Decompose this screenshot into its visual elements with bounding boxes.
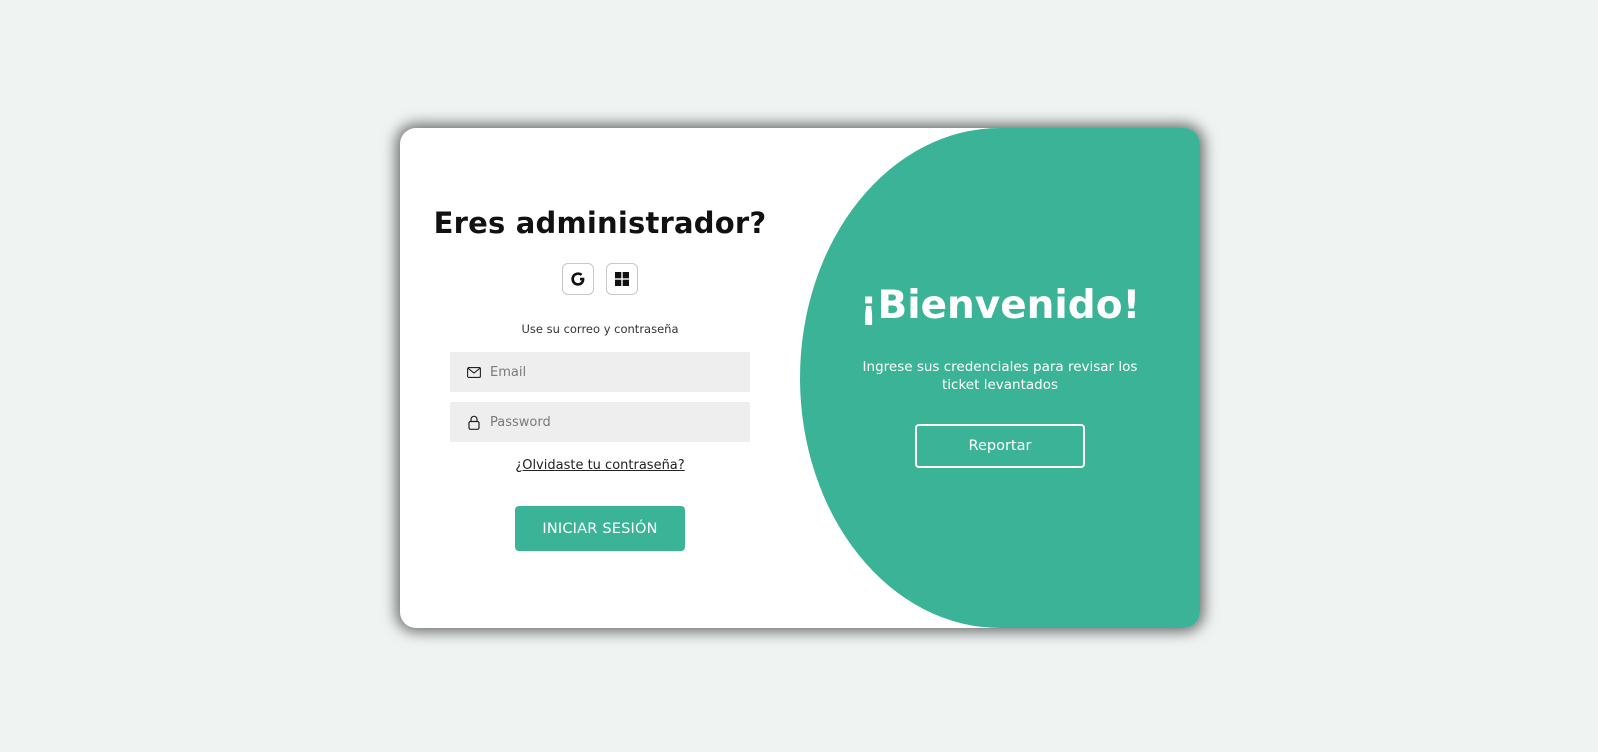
windows-login-button[interactable]: [606, 263, 638, 295]
email-field[interactable]: [450, 352, 750, 392]
login-panel: Eres administrador? Use su correo y cont…: [400, 128, 800, 628]
report-button[interactable]: Reportar: [915, 424, 1085, 468]
welcome-content: ¡Bienvenido! Ingrese sus credenciales pa…: [800, 128, 1200, 628]
page-title: Eres administrador?: [433, 206, 767, 240]
welcome-title: ¡Bienvenido!: [859, 283, 1141, 328]
forgot-password-link[interactable]: ¿Olvidaste tu contraseña?: [400, 458, 800, 473]
login-card: Eres administrador? Use su correo y cont…: [400, 128, 1200, 628]
email-input[interactable]: [490, 364, 740, 380]
google-icon: [570, 271, 586, 287]
password-field[interactable]: [450, 402, 750, 442]
google-login-button[interactable]: [562, 263, 594, 295]
envelope-icon: [466, 364, 482, 380]
password-input[interactable]: [490, 414, 740, 430]
welcome-panel: ¡Bienvenido! Ingrese sus credenciales pa…: [800, 128, 1200, 628]
welcome-text: Ingrese sus credenciales para revisar lo…: [862, 359, 1138, 393]
windows-icon: [615, 272, 629, 286]
login-button[interactable]: INICIAR SESIÓN: [515, 506, 685, 551]
social-login-group: [400, 263, 800, 295]
login-subtitle: Use su correo y contraseña: [521, 322, 679, 336]
lock-icon: [466, 414, 482, 430]
